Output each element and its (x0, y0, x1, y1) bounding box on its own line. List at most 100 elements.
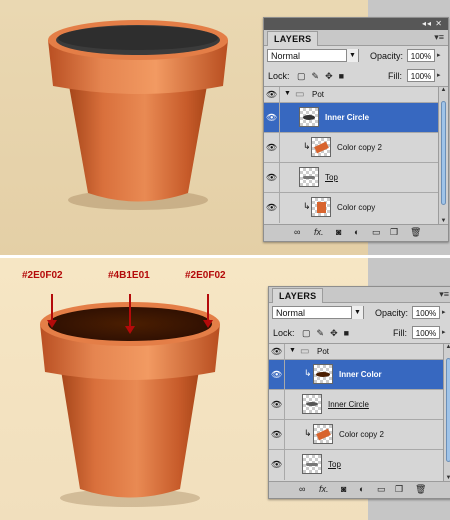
orange-swatch-thumb (311, 197, 331, 217)
fill-arrow-icon[interactable]: ▸ (437, 69, 441, 82)
opacity-field[interactable]: 100% (407, 49, 435, 62)
layer-inner-color[interactable]: 👁 ↳ Inner Color (269, 360, 443, 390)
layer-name: Color copy 2 (339, 430, 384, 439)
top-rim-thumb (302, 454, 322, 474)
collapse-arrows-icon[interactable]: ◂◂ ✕ (422, 18, 443, 30)
eye-icon[interactable]: 👁 (269, 360, 285, 389)
trash-icon[interactable]: 🗑 (410, 227, 421, 238)
layer-color-copy[interactable]: 👁 ↳ Color copy (264, 193, 438, 223)
dark-circle-thumb (302, 394, 322, 414)
folder-icon: ▭ (295, 89, 305, 100)
clip-arrow-icon: ↳ (304, 368, 312, 378)
lock-move-icon[interactable]: ✥ (330, 328, 338, 339)
blend-mode-select[interactable]: Normal ▼ (267, 49, 359, 62)
fill-field[interactable]: 100% (412, 326, 440, 339)
group-folder-icon[interactable]: ▭ (372, 227, 381, 238)
layer-name: Inner Circle (328, 400, 369, 409)
eye-icon[interactable]: 👁 (264, 103, 280, 132)
tab-layers[interactable]: LAYERS (272, 288, 324, 303)
lock-transparent-icon[interactable]: ▢ (302, 328, 311, 339)
expand-arrow-icon[interactable]: ▼ (284, 90, 291, 97)
scroll-up-icon[interactable]: ▲ (444, 344, 450, 350)
annotation-center: #4B1E01 (108, 270, 150, 281)
eye-icon[interactable]: 👁 (269, 450, 285, 480)
layers-scrollbar[interactable]: ▲ ▼ (443, 344, 450, 481)
layer-name: Color copy (337, 203, 376, 212)
opacity-field[interactable]: 100% (412, 306, 440, 319)
chevron-down-icon: ▼ (346, 49, 358, 62)
eye-icon[interactable]: 👁 (264, 133, 280, 162)
annotation-right: #2E0F02 (185, 270, 226, 281)
lock-all-icon[interactable]: ■ (339, 71, 344, 81)
blend-mode-select[interactable]: Normal ▼ (272, 306, 364, 319)
lock-icons: ▢ ✎ ✥ ■ (302, 323, 349, 343)
mask-icon[interactable]: ◙ (336, 227, 341, 237)
lock-brush-icon[interactable]: ✎ (317, 328, 325, 339)
opacity-label: Opacity: (370, 51, 404, 61)
layer-name: Inner Color (339, 370, 382, 379)
blend-row: Normal ▼ Opacity: 100% ▸ (264, 46, 448, 66)
adjustment-icon[interactable]: ◐ (354, 227, 359, 237)
lock-row: Lock: ▢ ✎ ✥ ■ Fill: 100% ▸ (264, 66, 448, 86)
link-layers-icon[interactable]: ∞ (299, 484, 305, 494)
folder-icon: ▭ (300, 346, 310, 357)
scroll-up-icon[interactable]: ▲ (439, 87, 448, 93)
layers-scrollbar[interactable]: ▲ ▼ (438, 87, 448, 224)
tab-layers[interactable]: LAYERS (267, 31, 319, 46)
eye-icon[interactable]: 👁 (264, 193, 280, 223)
panel-menu-icon[interactable]: ▾≡ (439, 288, 449, 301)
eye-icon[interactable]: 👁 (269, 344, 285, 359)
lock-label: Lock: (268, 71, 290, 81)
layer-top[interactable]: 👁 Top (264, 163, 438, 193)
lock-brush-icon[interactable]: ✎ (312, 71, 320, 82)
fx-icon[interactable]: fx. (319, 484, 329, 494)
lock-all-icon[interactable]: ■ (344, 328, 349, 338)
clip-arrow-icon: ↳ (303, 141, 311, 151)
fill-label: Fill: (388, 71, 402, 81)
fill-field[interactable]: 100% (407, 69, 435, 82)
new-layer-icon[interactable]: ❐ (395, 484, 403, 495)
trash-icon[interactable]: 🗑 (415, 484, 426, 495)
dark-circle-thumb (299, 107, 319, 127)
lock-move-icon[interactable]: ✥ (325, 71, 333, 82)
layer-group-pot[interactable]: 👁 ▼ ▭ Pot (269, 344, 443, 360)
layer-color-copy-2[interactable]: 👁 ↳ Color copy 2 (264, 133, 438, 163)
layers-panel-top: ◂◂ ✕ LAYERS ▾≡ Normal ▼ Opacity: 100% ▸ … (263, 17, 449, 242)
link-layers-icon[interactable]: ∞ (294, 227, 300, 237)
group-folder-icon[interactable]: ▭ (377, 484, 386, 495)
panel-tabrow: LAYERS ▾≡ (264, 30, 448, 46)
eye-icon[interactable]: 👁 (269, 420, 285, 449)
lock-row: Lock: ▢ ✎ ✥ ■ Fill: 100% ▸ (269, 323, 450, 343)
opacity-arrow-icon[interactable]: ▸ (437, 49, 441, 62)
layer-name: Inner Circle (325, 113, 370, 122)
expand-arrow-icon[interactable]: ▼ (289, 347, 296, 354)
panel-menu-icon[interactable]: ▾≡ (434, 31, 444, 44)
orange-swatch-thumb (313, 424, 333, 444)
flower-pot-top (48, 20, 228, 210)
bottom-canvas: #2E0F02 #4B1E01 #2E0F02 LAYERS ▾≡ Normal… (0, 258, 450, 520)
mask-icon[interactable]: ◙ (341, 484, 346, 494)
group-name: Pot (317, 347, 330, 356)
lock-transparent-icon[interactable]: ▢ (297, 71, 306, 82)
layer-top[interactable]: 👁 Top (269, 450, 443, 480)
adjustment-icon[interactable]: ◐ (359, 484, 364, 494)
layer-color-copy-2[interactable]: 👁 ↳ Color copy 2 (269, 420, 443, 450)
opacity-arrow-icon[interactable]: ▸ (442, 306, 446, 319)
panel-titlebar: ◂◂ ✕ (264, 18, 448, 30)
eye-icon[interactable]: 👁 (269, 390, 285, 419)
layers-panel-bottom: LAYERS ▾≡ Normal ▼ Opacity: 100% ▸ Lock:… (268, 286, 450, 499)
fill-label: Fill: (393, 328, 407, 338)
eye-icon[interactable]: 👁 (264, 163, 280, 192)
eye-icon[interactable]: 👁 (264, 87, 280, 102)
opacity-label: Opacity: (375, 308, 409, 318)
layer-group-pot[interactable]: 👁 ▼ ▭ Pot (264, 87, 438, 103)
layer-inner-circle[interactable]: 👁 Inner Circle (269, 390, 443, 420)
layer-inner-circle[interactable]: 👁 Inner Circle (264, 103, 438, 133)
layer-name: Top (325, 173, 338, 182)
top-canvas: ◂◂ ✕ LAYERS ▾≡ Normal ▼ Opacity: 100% ▸ … (0, 0, 450, 258)
fx-icon[interactable]: fx. (314, 227, 324, 237)
group-name: Pot (312, 90, 325, 99)
fill-arrow-icon[interactable]: ▸ (442, 326, 446, 339)
lock-label: Lock: (273, 328, 295, 338)
new-layer-icon[interactable]: ❐ (390, 227, 398, 238)
